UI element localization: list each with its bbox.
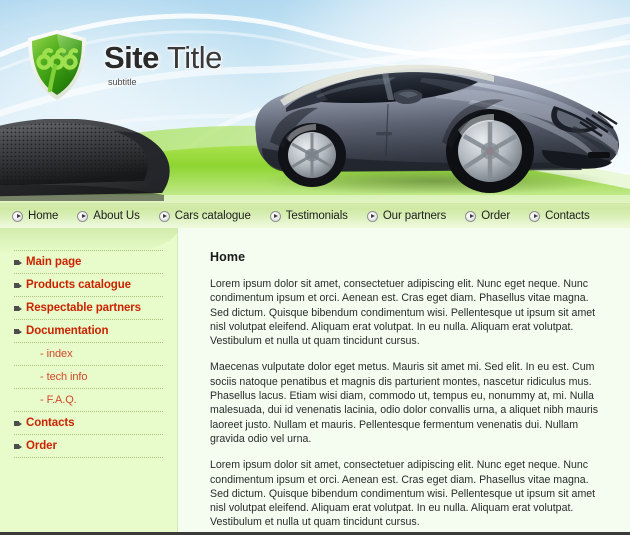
sidebar-item-label: index xyxy=(46,348,73,360)
nav-item-our-partners[interactable]: Our partners xyxy=(366,210,447,222)
sidebar-item-order[interactable]: Order xyxy=(14,435,163,457)
sidebar-item-documentation[interactable]: Documentation xyxy=(14,320,163,342)
content-paragraph: Lorem ipsum dolor sit amet, consectetuer… xyxy=(210,278,596,348)
sidebar-item-main-page[interactable]: Main page xyxy=(14,251,163,273)
sidebar-row: Products catalogue xyxy=(0,274,177,296)
site-subtitle: subtitle xyxy=(108,77,137,87)
sidebar-row: Order xyxy=(0,435,177,457)
green-shield-logo-icon[interactable] xyxy=(24,28,90,102)
sidebar-item-label: Products catalogue xyxy=(26,279,131,291)
sidebar-menu: Main page Products catalogue Respectable p… xyxy=(0,228,177,458)
nav-item-label: Home xyxy=(28,210,59,222)
arrow-bullet-icon xyxy=(269,210,281,222)
arrow-bullet-icon xyxy=(14,305,22,311)
brand-block: Site Title subtitle xyxy=(104,42,222,87)
sidebar-item-label: Contacts xyxy=(26,417,75,429)
page-body: Main page Products catalogue Respectable p… xyxy=(0,228,630,532)
sidebar-item-tech-info[interactable]: - tech info xyxy=(14,366,163,388)
nav-item-about-us[interactable]: About Us xyxy=(77,210,140,222)
sidebar-item-label: Documentation xyxy=(26,325,109,337)
sidebar-row: Contacts xyxy=(0,412,177,434)
nav-item-label: About Us xyxy=(93,210,140,222)
mesh-object-decoration xyxy=(0,119,170,201)
arrow-bullet-icon xyxy=(14,328,22,334)
arrow-bullet-icon xyxy=(14,259,22,265)
sidebar-item-contacts[interactable]: Contacts xyxy=(14,412,163,434)
nav-item-cars-catalogue[interactable]: Cars catalogue xyxy=(158,210,251,222)
arrow-bullet-icon xyxy=(12,210,23,222)
main-content: Home Lorem ipsum dolor sit amet, consect… xyxy=(179,228,630,532)
site-title: Site Title xyxy=(104,40,222,75)
nav-item-home[interactable]: Home xyxy=(12,210,58,222)
arrow-bullet-icon xyxy=(14,282,22,288)
sidebar-item-f-a-q[interactable]: - F.A.Q. xyxy=(14,389,163,411)
nav-item-label: Our partners xyxy=(382,210,447,222)
arrow-bullet-icon xyxy=(77,210,89,222)
sidebar-dash-icon: - xyxy=(40,371,44,383)
nav-item-label: Testimonials xyxy=(285,210,348,222)
sidebar-row: Main page xyxy=(0,251,177,273)
nav-item-testimonials[interactable]: Testimonials xyxy=(269,210,348,222)
nav-item-order[interactable]: Order xyxy=(465,210,510,222)
sidebar-row: - F.A.Q. xyxy=(0,389,177,411)
sidebar: Main page Products catalogue Respectable p… xyxy=(0,228,178,532)
sidebar-item-respectable-partners[interactable]: Respectable partners xyxy=(14,297,163,319)
site-header-banner: Site Title subtitle xyxy=(0,0,630,203)
page-title: Home xyxy=(210,250,246,264)
nav-item-contacts[interactable]: Contacts xyxy=(529,210,590,222)
arrow-bullet-icon xyxy=(14,443,22,449)
concept-car-image xyxy=(255,64,619,193)
content-paragraph: Maecenas vulputate dolor eget metus. Mau… xyxy=(210,361,599,445)
sidebar-item-label: tech info xyxy=(46,371,88,383)
sidebar-separator xyxy=(14,457,163,458)
page-root: Site Title subtitle Home About Us Cars cat… xyxy=(0,0,630,535)
arrow-bullet-icon xyxy=(366,210,378,222)
arrow-bullet-icon xyxy=(158,210,170,222)
sidebar-item-label: Order xyxy=(26,440,57,452)
arrow-bullet-icon xyxy=(465,210,477,222)
sidebar-item-label: F.A.Q. xyxy=(46,394,77,406)
nav-item-label: Order xyxy=(481,210,511,222)
main-navigation: Home About Us Cars catalogue Testimonials Ou… xyxy=(0,203,630,228)
arrow-bullet-icon xyxy=(529,210,541,222)
sidebar-row: - tech info xyxy=(0,366,177,388)
sidebar-item-label: Respectable partners xyxy=(26,302,141,314)
sidebar-row: Documentation xyxy=(0,320,177,342)
arrow-bullet-icon xyxy=(14,420,22,426)
sidebar-item-index[interactable]: - index xyxy=(14,343,163,365)
content-paragraphs: Lorem ipsum dolor sit amet, consectetuer… xyxy=(210,277,606,530)
sidebar-item-products-catalogue[interactable]: Products catalogue xyxy=(14,274,163,296)
sidebar-dash-icon: - xyxy=(40,348,44,360)
content-paragraph: Lorem ipsum dolor sit amet, consectetuer… xyxy=(210,459,596,529)
sidebar-dash-icon: - xyxy=(40,394,44,406)
nav-item-label: Contacts xyxy=(545,210,590,222)
sidebar-item-label: Main page xyxy=(26,256,82,268)
nav-item-label: Cars catalogue xyxy=(174,210,251,222)
sidebar-row: Respectable partners xyxy=(0,297,177,319)
sidebar-row: - index xyxy=(0,343,177,365)
